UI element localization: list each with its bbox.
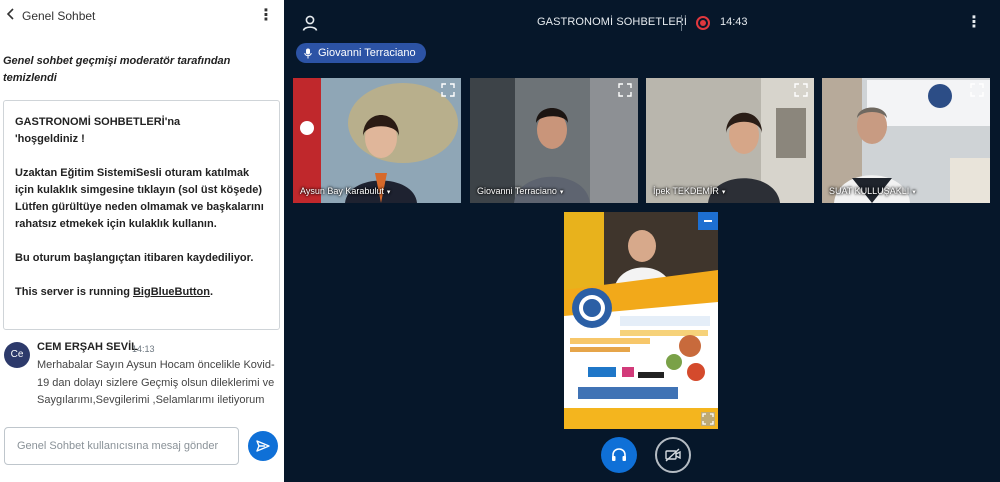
video-tile-aysun[interactable]: Aysun Bay Karabulut ▾ (293, 78, 461, 203)
main-area: GASTRONOMİ SOHBETLERİ 14:43 ⋮ Giovanni T… (284, 0, 1000, 482)
welcome-line-2: 'hoşgeldiniz ! (15, 133, 85, 145)
participant-name-text: SUAT KULLUŞAKLI (829, 186, 910, 196)
chevron-left-icon[interactable] (6, 7, 22, 25)
server-suffix: . (209, 286, 214, 298)
participant-name: Giovanni Terraciano ▾ (477, 186, 563, 196)
talking-indicator[interactable]: Giovanni Terraciano (296, 43, 426, 63)
tile-scene (822, 78, 990, 203)
chevron-down-icon[interactable]: ▾ (722, 189, 726, 196)
fullscreen-icon[interactable] (701, 412, 715, 426)
minimize-presentation-button[interactable] (698, 212, 718, 230)
chat-cleared-notice: Genel sohbet geçmişi moderatör tarafında… (3, 55, 231, 84)
fullscreen-icon[interactable] (618, 83, 632, 97)
welcome-line-1: GASTRONOMİ SOHBETLERİ'na (15, 116, 181, 128)
fullscreen-icon[interactable] (441, 83, 455, 97)
video-tile-ipek[interactable]: İpek TEKDEMİR ▾ (646, 78, 814, 203)
fullscreen-icon[interactable] (794, 83, 808, 97)
welcome-message: GASTRONOMİ SOHBETLERİ'na 'hoşgeldiniz ! … (3, 100, 280, 330)
fullscreen-icon[interactable] (970, 83, 984, 97)
microphone-icon (304, 48, 312, 58)
presentation-slide[interactable] (564, 212, 718, 429)
video-tile-suat[interactable]: SUAT KULLUŞAKLI ▾ (822, 78, 990, 203)
chat-title[interactable]: Genel Sohbet (22, 9, 95, 23)
talker-name: Giovanni Terraciano (318, 47, 416, 59)
avatar: Ce (4, 342, 30, 368)
audio-button[interactable] (601, 437, 637, 473)
welcome-server-note: This server is running BigBlueButton. (15, 284, 269, 301)
bigbluebutton-link[interactable]: BigBlueButton (133, 286, 210, 298)
participant-name: İpek TEKDEMİR ▾ (653, 186, 725, 196)
message-text: Merhabalar Sayın Aysun Hocam öncelikle K… (37, 359, 275, 406)
chevron-down-icon[interactable]: ▾ (560, 189, 564, 196)
poster-image (564, 212, 718, 429)
video-tile-giovanni[interactable]: Giovanni Terraciano ▾ (470, 78, 638, 203)
more-vertical-icon[interactable]: ⋮ (966, 12, 982, 34)
more-vertical-icon[interactable]: ⋮ (258, 5, 274, 27)
participant-name-text: İpek TEKDEMİR (653, 186, 719, 196)
welcome-recording-note: Bu oturum başlangıçtan itibaren kaydedil… (15, 252, 254, 264)
message-author: CEM ERŞAH SEVİL (37, 341, 138, 353)
video-button[interactable] (655, 437, 691, 473)
tile-scene (646, 78, 814, 203)
tile-scene (470, 78, 638, 203)
chevron-down-icon[interactable]: ▾ (912, 189, 916, 196)
send-icon (256, 440, 270, 452)
participant-name-text: Aysun Bay Karabulut (300, 186, 384, 196)
camera-off-icon (665, 448, 681, 462)
participant-name-text: Giovanni Terraciano (477, 186, 557, 196)
message-time: 14:13 (132, 344, 155, 354)
welcome-instructions: Uzaktan Eğitim SistemiSesli oturam katıl… (15, 167, 264, 230)
header-divider (681, 15, 682, 31)
chat-panel: Genel Sohbet ⋮ Genel sohbet geçmişi mode… (0, 0, 284, 482)
participant-name: Aysun Bay Karabulut ▾ (300, 186, 390, 196)
record-icon[interactable] (696, 16, 710, 30)
tile-scene (293, 78, 461, 203)
server-prefix: This server is running (15, 286, 133, 298)
send-button[interactable] (248, 431, 278, 461)
room-title: GASTRONOMİ SOHBETLERİ (537, 16, 688, 28)
chevron-down-icon[interactable]: ▾ (387, 189, 391, 196)
headphones-icon (612, 448, 626, 461)
chat-message-input[interactable] (4, 427, 239, 465)
user-icon[interactable] (301, 14, 319, 32)
recording-time: 14:43 (720, 16, 748, 28)
chat-header: Genel Sohbet ⋮ (0, 0, 284, 34)
participant-name: SUAT KULLUŞAKLI ▾ (829, 186, 916, 196)
